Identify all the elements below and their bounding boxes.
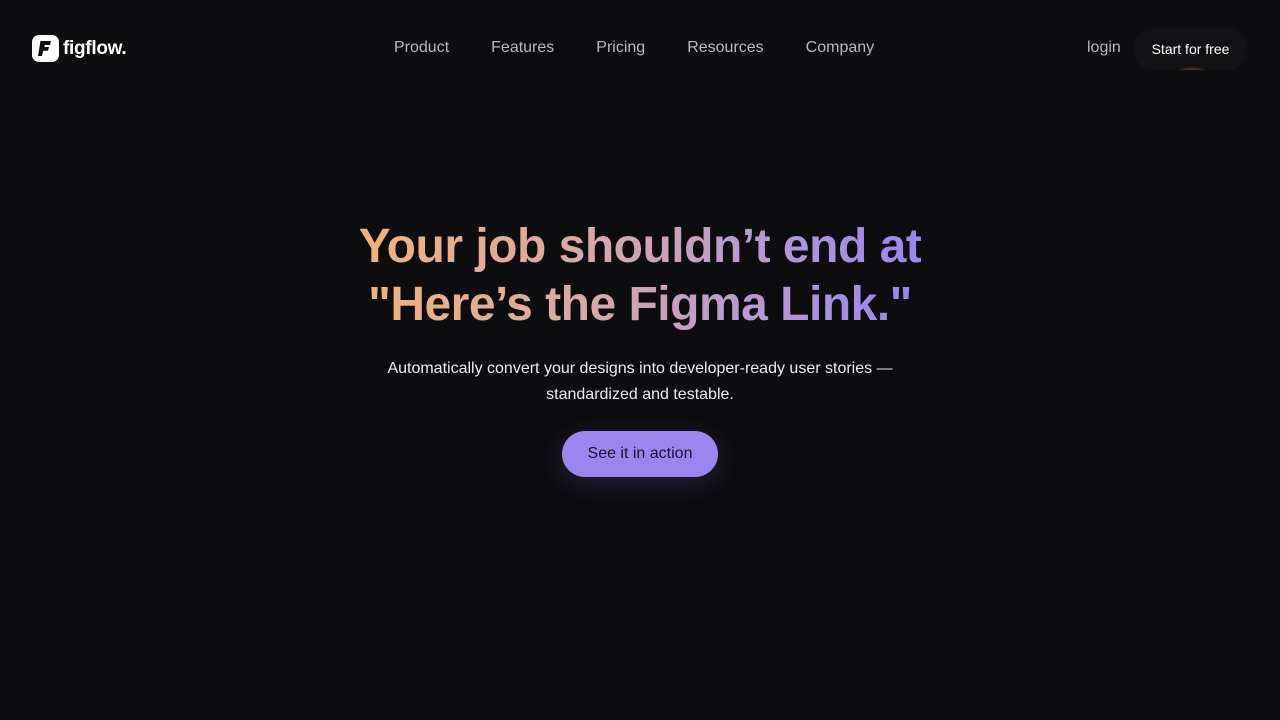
nav-company[interactable]: Company (806, 38, 874, 58)
logo-link[interactable]: figflow. (32, 35, 127, 62)
hero-subtitle-line-2: standardized and testable. (546, 386, 734, 403)
button-glow (1174, 66, 1210, 70)
hero-title-line-2: "Here’s the Figma Link." (368, 276, 912, 334)
nav-pricing[interactable]: Pricing (596, 38, 645, 58)
hero-subtitle: Automatically convert your designs into … (0, 356, 1280, 408)
nav-resources[interactable]: Resources (687, 38, 763, 58)
hero-title: Your job shouldn’t end at "Here’s the Fi… (0, 218, 1280, 334)
main-nav: Product Features Pricing Resources Compa… (394, 38, 874, 58)
nav-features[interactable]: Features (491, 38, 554, 58)
login-link[interactable]: login (1087, 38, 1121, 58)
nav-product[interactable]: Product (394, 38, 449, 58)
hero-title-line-1: Your job shouldn’t end at (359, 218, 922, 276)
start-for-free-button[interactable]: Start for free (1134, 28, 1247, 70)
site-header: figflow. Product Features Pricing Resour… (0, 0, 1280, 96)
start-for-free-label: Start for free (1151, 41, 1230, 57)
hero-subtitle-line-1: Automatically convert your designs into … (387, 360, 893, 377)
logo-text: figflow. (63, 37, 127, 59)
landing-page: figflow. Product Features Pricing Resour… (0, 0, 1280, 720)
see-it-in-action-button[interactable]: See it in action (562, 431, 718, 477)
see-it-in-action-label: See it in action (587, 445, 693, 462)
figflow-logo-icon (32, 35, 59, 62)
